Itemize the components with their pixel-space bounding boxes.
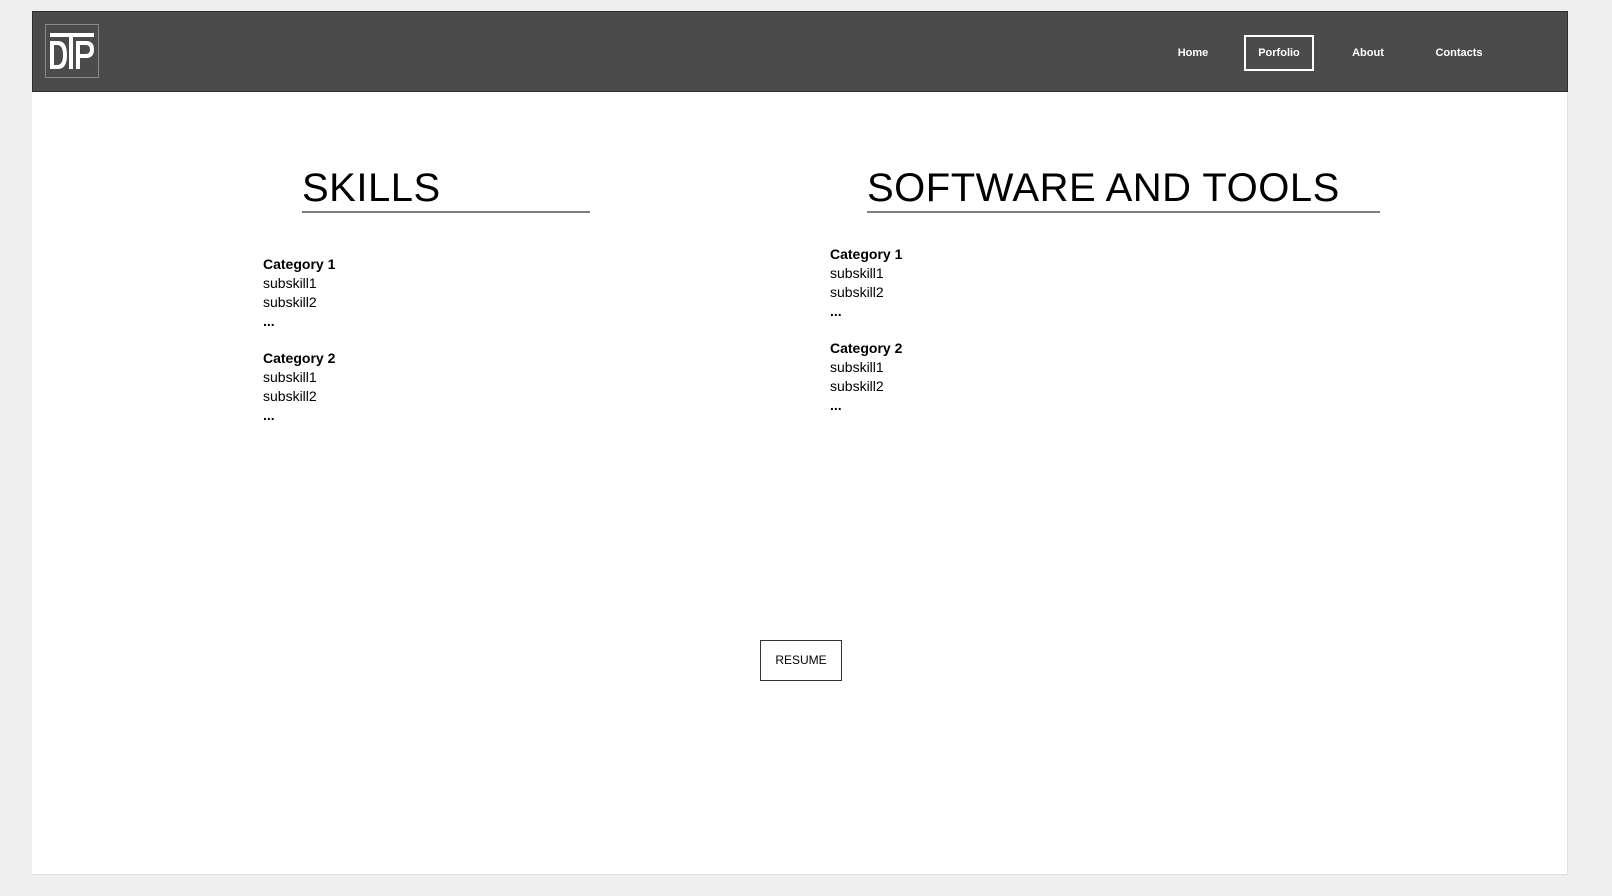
tools-subskill: subskill2 [830,378,884,394]
tools-more: ... [830,397,842,413]
nav-contacts[interactable]: Contacts [1423,35,1495,71]
tools-category-title: Category 1 [830,246,903,262]
skills-more: ... [263,313,275,329]
skills-category-title: Category 1 [263,256,336,272]
tools-title-underline [867,211,1380,213]
page-container: Home Porfolio About Contacts SKILLS Cate… [32,11,1568,875]
skills-title-underline [302,211,590,213]
navbar: Home Porfolio About Contacts [32,11,1568,92]
tools-list: Category 1 subskill1 subskill2 ... Categ… [830,245,902,433]
skills-subskill: subskill2 [263,294,317,310]
skills-subskill: subskill1 [263,369,317,385]
nav-portfolio[interactable]: Porfolio [1244,35,1314,71]
tools-subskill: subskill2 [830,284,884,300]
skills-title: SKILLS [302,166,441,210]
nav-home[interactable]: Home [1163,35,1223,71]
resume-button[interactable]: RESUME [760,640,842,681]
tools-title: SOFTWARE AND TOOLS [867,166,1340,210]
nav-about[interactable]: About [1338,35,1398,71]
tools-subskill: subskill1 [830,359,884,375]
skills-list: Category 1 subskill1 subskill2 ... Categ… [263,255,335,443]
skills-subskill: subskill2 [263,388,317,404]
skills-more: ... [263,407,275,423]
skills-category: Category 2 subskill1 subskill2 ... [263,349,335,425]
skills-subskill: subskill1 [263,275,317,291]
dtp-logo-icon [50,33,94,69]
tools-subskill: subskill1 [830,265,884,281]
skills-category: Category 1 subskill1 subskill2 ... [263,255,335,331]
tools-category: Category 2 subskill1 subskill2 ... [830,339,902,415]
logo[interactable] [45,24,99,78]
skills-category-title: Category 2 [263,350,336,366]
tools-more: ... [830,303,842,319]
tools-category: Category 1 subskill1 subskill2 ... [830,245,902,321]
tools-category-title: Category 2 [830,340,903,356]
